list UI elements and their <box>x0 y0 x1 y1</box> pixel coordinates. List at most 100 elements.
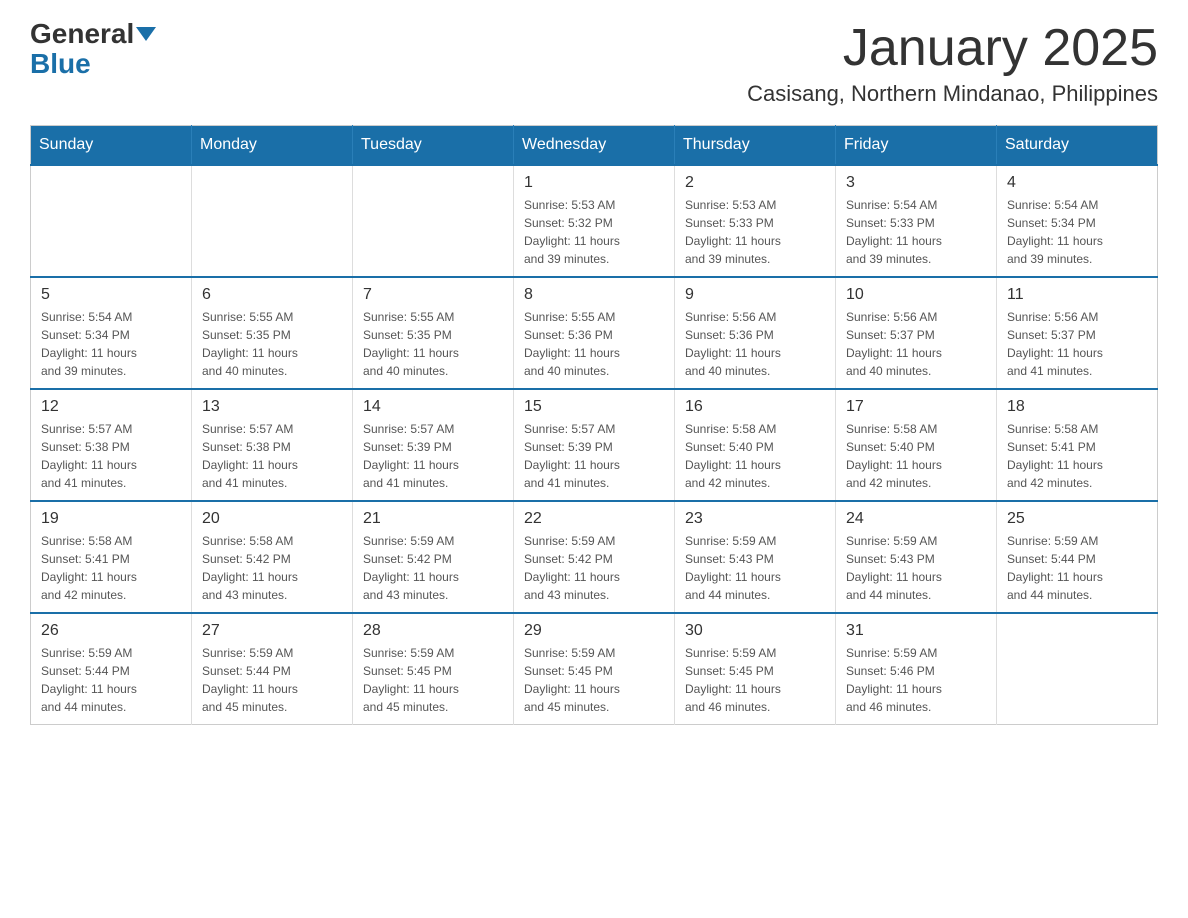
calendar-cell: 26 Sunrise: 5:59 AMSunset: 5:44 PMDayligh… <box>31 613 192 725</box>
day-number: 10 <box>846 286 986 304</box>
day-info: Sunrise: 5:59 AMSunset: 5:44 PMDaylight:… <box>41 644 181 716</box>
weekday-header-tuesday: Tuesday <box>353 126 514 166</box>
day-info: Sunrise: 5:55 AMSunset: 5:35 PMDaylight:… <box>202 308 342 380</box>
day-info: Sunrise: 5:57 AMSunset: 5:39 PMDaylight:… <box>363 420 503 492</box>
page-header: General Blue January 2025 Casisang, Nort… <box>30 20 1158 107</box>
calendar-cell: 29 Sunrise: 5:59 AMSunset: 5:45 PMDayligh… <box>514 613 675 725</box>
weekday-header-friday: Friday <box>836 126 997 166</box>
calendar-cell <box>997 613 1158 725</box>
day-number: 24 <box>846 510 986 528</box>
header-right: January 2025 Casisang, Northern Mindanao… <box>747 20 1158 107</box>
day-number: 22 <box>524 510 664 528</box>
calendar-cell <box>192 165 353 277</box>
calendar-cell: 1 Sunrise: 5:53 AMSunset: 5:32 PMDaylight… <box>514 165 675 277</box>
calendar-header: SundayMondayTuesdayWednesdayThursdayFrid… <box>31 126 1158 166</box>
calendar-cell: 4 Sunrise: 5:54 AMSunset: 5:34 PMDaylight… <box>997 165 1158 277</box>
day-info: Sunrise: 5:55 AMSunset: 5:36 PMDaylight:… <box>524 308 664 380</box>
day-number: 18 <box>1007 398 1147 416</box>
day-number: 6 <box>202 286 342 304</box>
day-info: Sunrise: 5:57 AMSunset: 5:39 PMDaylight:… <box>524 420 664 492</box>
weekday-header-saturday: Saturday <box>997 126 1158 166</box>
day-info: Sunrise: 5:59 AMSunset: 5:42 PMDaylight:… <box>363 532 503 604</box>
logo: General Blue <box>30 20 156 78</box>
day-number: 28 <box>363 622 503 640</box>
calendar-cell: 31 Sunrise: 5:59 AMSunset: 5:46 PMDayligh… <box>836 613 997 725</box>
day-info: Sunrise: 5:58 AMSunset: 5:41 PMDaylight:… <box>41 532 181 604</box>
logo-general: General <box>30 20 156 48</box>
calendar-cell: 3 Sunrise: 5:54 AMSunset: 5:33 PMDaylight… <box>836 165 997 277</box>
weekday-header-thursday: Thursday <box>675 126 836 166</box>
page-title: January 2025 <box>747 20 1158 77</box>
day-number: 4 <box>1007 174 1147 192</box>
calendar-cell: 7Sunrise: 5:55 AMSunset: 5:35 PMDaylight… <box>353 277 514 389</box>
day-number: 31 <box>846 622 986 640</box>
weekday-header-row: SundayMondayTuesdayWednesdayThursdayFrid… <box>31 126 1158 166</box>
calendar-cell <box>353 165 514 277</box>
calendar-week-row: 12 Sunrise: 5:57 AMSunset: 5:38 PMDayligh… <box>31 389 1158 501</box>
calendar-cell: 9Sunrise: 5:56 AMSunset: 5:36 PMDaylight… <box>675 277 836 389</box>
page-subtitle: Casisang, Northern Mindanao, Philippines <box>747 81 1158 107</box>
calendar-cell: 16Sunrise: 5:58 AMSunset: 5:40 PMDayligh… <box>675 389 836 501</box>
calendar-cell: 27Sunrise: 5:59 AMSunset: 5:44 PMDayligh… <box>192 613 353 725</box>
calendar-cell: 6 Sunrise: 5:55 AMSunset: 5:35 PMDaylight… <box>192 277 353 389</box>
calendar-week-row: 5Sunrise: 5:54 AMSunset: 5:34 PMDaylight… <box>31 277 1158 389</box>
day-info: Sunrise: 5:57 AMSunset: 5:38 PMDaylight:… <box>41 420 181 492</box>
day-number: 8 <box>524 286 664 304</box>
day-number: 30 <box>685 622 825 640</box>
calendar-week-row: 1 Sunrise: 5:53 AMSunset: 5:32 PMDaylight… <box>31 165 1158 277</box>
day-info: Sunrise: 5:54 AMSunset: 5:34 PMDaylight:… <box>1007 196 1147 268</box>
calendar-cell: 11Sunrise: 5:56 AMSunset: 5:37 PMDayligh… <box>997 277 1158 389</box>
day-info: Sunrise: 5:59 AMSunset: 5:42 PMDaylight:… <box>524 532 664 604</box>
day-number: 2 <box>685 174 825 192</box>
day-info: Sunrise: 5:55 AMSunset: 5:35 PMDaylight:… <box>363 308 503 380</box>
day-number: 17 <box>846 398 986 416</box>
calendar-body: 1 Sunrise: 5:53 AMSunset: 5:32 PMDaylight… <box>31 165 1158 725</box>
day-info: Sunrise: 5:59 AMSunset: 5:45 PMDaylight:… <box>363 644 503 716</box>
calendar-cell: 5Sunrise: 5:54 AMSunset: 5:34 PMDaylight… <box>31 277 192 389</box>
day-info: Sunrise: 5:59 AMSunset: 5:43 PMDaylight:… <box>846 532 986 604</box>
calendar-cell: 18Sunrise: 5:58 AMSunset: 5:41 PMDayligh… <box>997 389 1158 501</box>
day-number: 26 <box>41 622 181 640</box>
calendar-cell: 23Sunrise: 5:59 AMSunset: 5:43 PMDayligh… <box>675 501 836 613</box>
logo-arrow-icon <box>136 27 156 41</box>
calendar-cell <box>31 165 192 277</box>
logo-blue: Blue <box>30 50 91 78</box>
day-info: Sunrise: 5:54 AMSunset: 5:33 PMDaylight:… <box>846 196 986 268</box>
day-number: 14 <box>363 398 503 416</box>
calendar-week-row: 19 Sunrise: 5:58 AMSunset: 5:41 PMDayligh… <box>31 501 1158 613</box>
day-number: 21 <box>363 510 503 528</box>
day-number: 3 <box>846 174 986 192</box>
day-number: 19 <box>41 510 181 528</box>
calendar-cell: 10 Sunrise: 5:56 AMSunset: 5:37 PMDayligh… <box>836 277 997 389</box>
day-info: Sunrise: 5:59 AMSunset: 5:45 PMDaylight:… <box>685 644 825 716</box>
calendar-cell: 24 Sunrise: 5:59 AMSunset: 5:43 PMDayligh… <box>836 501 997 613</box>
day-number: 20 <box>202 510 342 528</box>
calendar-cell: 17Sunrise: 5:58 AMSunset: 5:40 PMDayligh… <box>836 389 997 501</box>
day-info: Sunrise: 5:53 AMSunset: 5:32 PMDaylight:… <box>524 196 664 268</box>
day-number: 12 <box>41 398 181 416</box>
calendar-cell: 21 Sunrise: 5:59 AMSunset: 5:42 PMDayligh… <box>353 501 514 613</box>
day-number: 27 <box>202 622 342 640</box>
day-info: Sunrise: 5:58 AMSunset: 5:40 PMDaylight:… <box>685 420 825 492</box>
calendar-cell: 2Sunrise: 5:53 AMSunset: 5:33 PMDaylight… <box>675 165 836 277</box>
weekday-header-sunday: Sunday <box>31 126 192 166</box>
day-number: 5 <box>41 286 181 304</box>
day-info: Sunrise: 5:58 AMSunset: 5:42 PMDaylight:… <box>202 532 342 604</box>
calendar-cell: 22 Sunrise: 5:59 AMSunset: 5:42 PMDayligh… <box>514 501 675 613</box>
calendar-table: SundayMondayTuesdayWednesdayThursdayFrid… <box>30 125 1158 725</box>
day-number: 1 <box>524 174 664 192</box>
day-info: Sunrise: 5:59 AMSunset: 5:44 PMDaylight:… <box>1007 532 1147 604</box>
day-number: 11 <box>1007 286 1147 304</box>
weekday-header-monday: Monday <box>192 126 353 166</box>
weekday-header-wednesday: Wednesday <box>514 126 675 166</box>
day-info: Sunrise: 5:56 AMSunset: 5:37 PMDaylight:… <box>846 308 986 380</box>
calendar-cell: 14 Sunrise: 5:57 AMSunset: 5:39 PMDayligh… <box>353 389 514 501</box>
calendar-cell: 25Sunrise: 5:59 AMSunset: 5:44 PMDayligh… <box>997 501 1158 613</box>
day-info: Sunrise: 5:59 AMSunset: 5:45 PMDaylight:… <box>524 644 664 716</box>
day-number: 29 <box>524 622 664 640</box>
day-info: Sunrise: 5:56 AMSunset: 5:36 PMDaylight:… <box>685 308 825 380</box>
day-info: Sunrise: 5:59 AMSunset: 5:46 PMDaylight:… <box>846 644 986 716</box>
day-number: 23 <box>685 510 825 528</box>
day-number: 13 <box>202 398 342 416</box>
calendar-cell: 13Sunrise: 5:57 AMSunset: 5:38 PMDayligh… <box>192 389 353 501</box>
